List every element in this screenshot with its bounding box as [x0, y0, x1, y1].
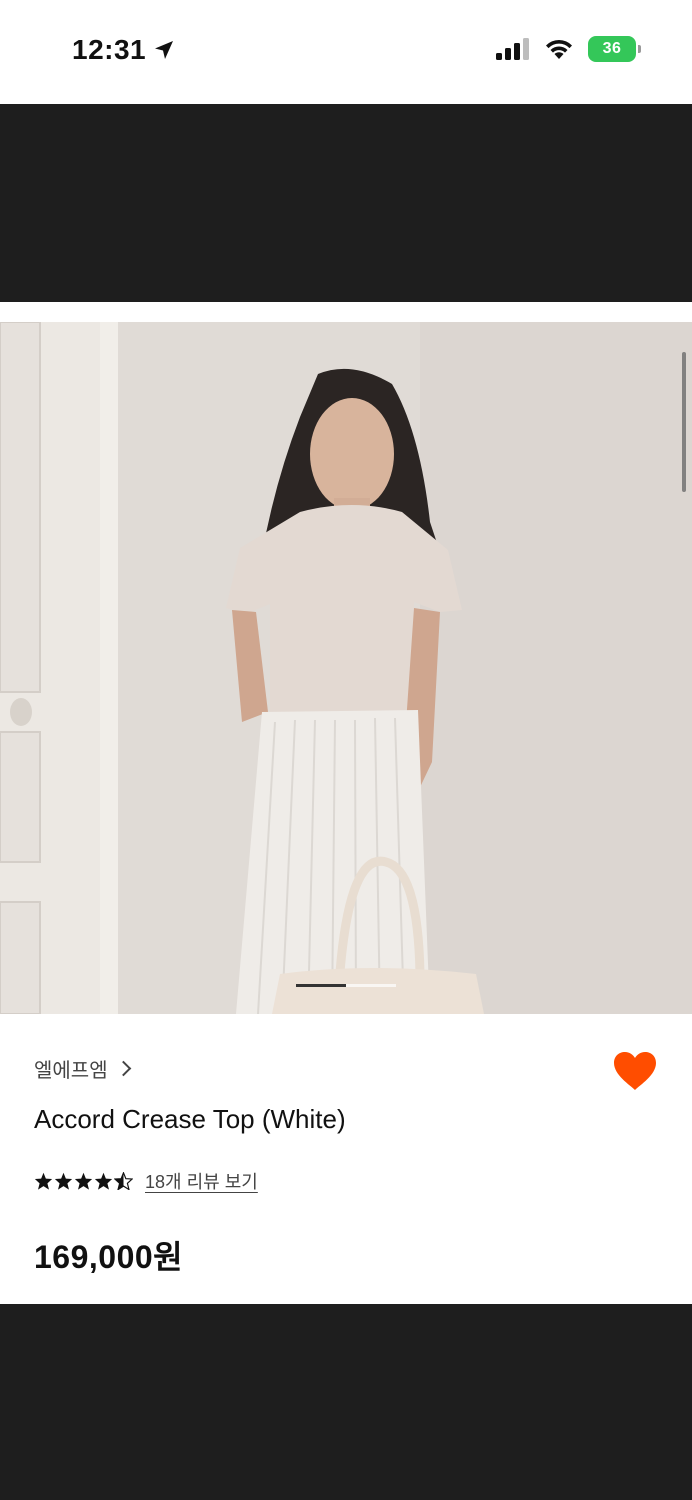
product-price: 169,000원	[34, 1239, 184, 1275]
heart-icon	[614, 1052, 656, 1090]
image-page-indicator	[296, 984, 396, 987]
star-icon	[94, 1172, 113, 1190]
chevron-right-icon	[115, 1060, 131, 1077]
cellular-signal-icon	[496, 38, 529, 60]
status-time-group: 12:31	[72, 34, 176, 66]
battery-level: 36	[602, 40, 622, 57]
product-image-carousel[interactable]	[0, 322, 692, 1014]
rating-row: 18개 리뷰 보기	[34, 1168, 258, 1194]
status-indicators: 36	[496, 36, 641, 62]
brand-link[interactable]: 엘에프엠	[34, 1054, 131, 1083]
status-time: 12:31	[72, 34, 147, 65]
star-rating	[34, 1172, 133, 1190]
reviews-link[interactable]: 18개 리뷰 보기	[145, 1168, 258, 1194]
image-scrollbar[interactable]	[682, 352, 686, 492]
status-bar: 12:31 36	[0, 0, 692, 104]
bottom-dark-band	[0, 1304, 692, 1500]
wifi-icon	[546, 39, 572, 59]
star-icon	[54, 1172, 73, 1190]
product-photo	[0, 322, 692, 1014]
battery-icon: 36	[588, 36, 641, 62]
star-icon	[34, 1172, 53, 1190]
wishlist-button[interactable]	[612, 1050, 658, 1092]
product-info: 엘에프엠 Accord Crease Top (White) 18개 리뷰 보기…	[0, 1014, 692, 1304]
brand-name: 엘에프엠	[34, 1060, 108, 1082]
product-title: Accord Crease Top (White)	[34, 1104, 346, 1134]
half-star-icon	[114, 1172, 133, 1190]
location-arrow-icon	[155, 41, 174, 59]
top-dark-band	[0, 104, 692, 302]
star-icon	[74, 1172, 93, 1190]
image-page-indicator-active	[296, 984, 346, 987]
